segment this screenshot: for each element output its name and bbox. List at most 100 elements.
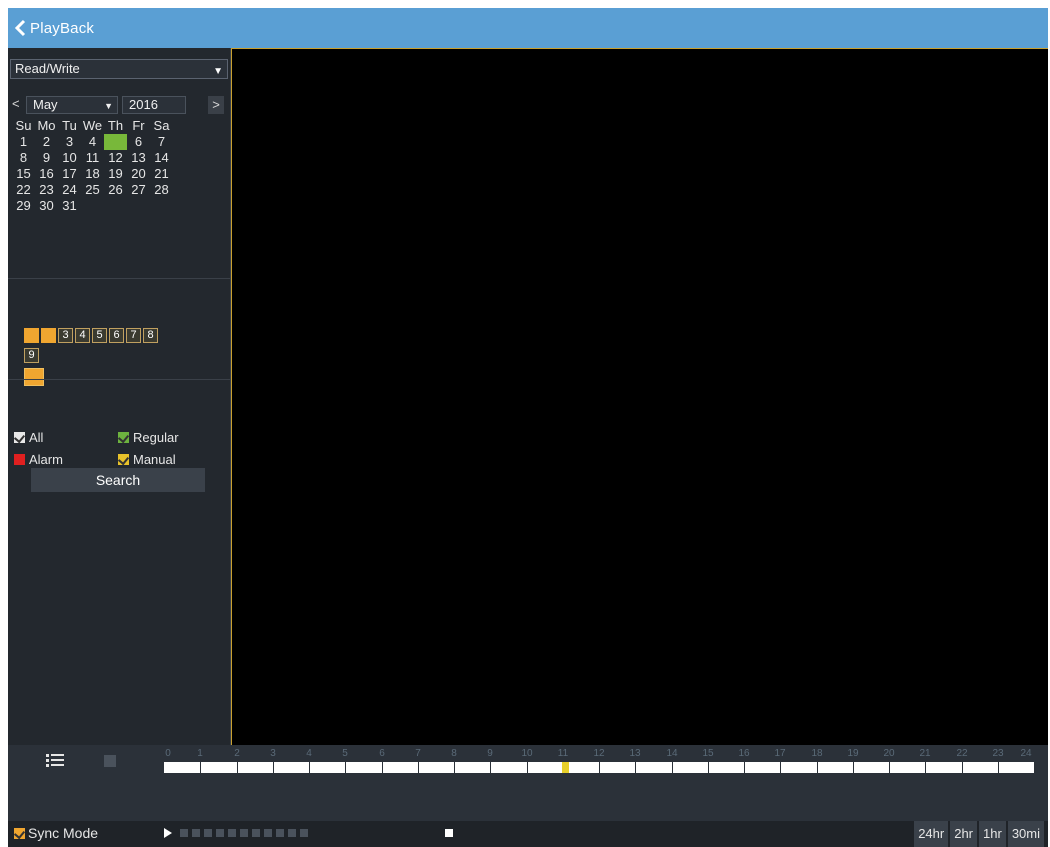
calendar-day[interactable]: 8 bbox=[12, 150, 35, 166]
slow-icon[interactable] bbox=[216, 829, 224, 837]
zoom-1hr-button[interactable]: 1hr bbox=[979, 821, 1006, 847]
timeline-hour-label: 19 bbox=[847, 748, 859, 759]
month-select[interactable]: May ▼ bbox=[26, 96, 118, 114]
list-icon[interactable] bbox=[46, 753, 64, 769]
page-title: PlayBack bbox=[30, 19, 95, 37]
step-back-icon[interactable] bbox=[240, 829, 248, 837]
channel-3-checkbox[interactable]: 3 bbox=[58, 328, 73, 343]
prev-month-button[interactable]: < bbox=[12, 96, 24, 114]
playback-controls: Sync Mode 24hr 2hr 1hr 30mi bbox=[8, 821, 1048, 847]
channel-9-checkbox[interactable]: 9 bbox=[24, 348, 39, 363]
channel-8-checkbox[interactable]: 8 bbox=[143, 328, 158, 343]
mode-select[interactable]: Read/Write ▼ bbox=[10, 59, 228, 79]
calendar-day[interactable]: 27 bbox=[127, 182, 150, 198]
calendar-day[interactable]: 30 bbox=[35, 198, 58, 214]
timeline-hour-divider bbox=[527, 762, 528, 773]
timeline-hour-label: 1 bbox=[197, 748, 203, 759]
calendar-day-selected[interactable]: 5 bbox=[104, 134, 127, 150]
calendar-day[interactable]: 23 bbox=[35, 182, 58, 198]
stop-square-icon[interactable] bbox=[445, 829, 453, 837]
mute-icon[interactable] bbox=[288, 829, 296, 837]
weekday-label: Th bbox=[107, 118, 124, 133]
year-field[interactable]: 2016 bbox=[122, 96, 186, 114]
previous-file-icon[interactable] bbox=[264, 829, 272, 837]
calendar-day[interactable]: 3 bbox=[58, 134, 81, 150]
back-chevron-icon[interactable] bbox=[10, 13, 30, 43]
timeline-bar[interactable] bbox=[164, 762, 1034, 773]
play-icon[interactable] bbox=[164, 828, 172, 838]
calendar-day[interactable]: 18 bbox=[81, 166, 104, 182]
zoom-30min-button[interactable]: 30mi bbox=[1007, 821, 1044, 847]
timeline-hour-divider bbox=[962, 762, 963, 773]
timeline-hour-divider bbox=[200, 762, 201, 773]
calendar-day[interactable]: 19 bbox=[104, 166, 127, 182]
channel-4-checkbox[interactable]: 4 bbox=[75, 328, 90, 343]
channel-6-checkbox[interactable]: 6 bbox=[109, 328, 124, 343]
channel-row: 1 2 3 4 5 6 7 8 bbox=[24, 328, 214, 344]
timeline-hour-divider bbox=[345, 762, 346, 773]
zoom-24hr-button[interactable]: 24hr bbox=[914, 821, 949, 847]
video-display-area[interactable] bbox=[231, 48, 1048, 745]
calendar-day[interactable]: 16 bbox=[35, 166, 58, 182]
channel-all-checkbox[interactable]: All bbox=[24, 368, 44, 386]
step-forward-icon[interactable] bbox=[252, 829, 260, 837]
channel-5-checkbox[interactable]: 5 bbox=[92, 328, 107, 343]
title-bar: PlayBack bbox=[8, 8, 1048, 48]
mode-select-value: Read/Write bbox=[15, 61, 80, 76]
filter-alarm[interactable]: Alarm bbox=[14, 451, 63, 467]
calendar-day[interactable]: 28 bbox=[150, 182, 173, 198]
calendar-day[interactable]: 1 bbox=[12, 134, 35, 150]
calendar-day[interactable]: 14 bbox=[150, 150, 173, 166]
timeline-hour-divider bbox=[237, 762, 238, 773]
calendar-day[interactable]: 25 bbox=[81, 182, 104, 198]
calendar-day[interactable]: 26 bbox=[104, 182, 127, 198]
grid-icon[interactable] bbox=[104, 755, 116, 767]
checkbox-checked-icon bbox=[14, 431, 25, 443]
sync-mode-checkbox[interactable]: Sync Mode bbox=[14, 825, 98, 841]
timeline-hour-divider bbox=[309, 762, 310, 773]
next-file-icon[interactable] bbox=[276, 829, 284, 837]
weekday-label: Mo bbox=[37, 118, 56, 133]
filter-manual[interactable]: Manual bbox=[118, 451, 176, 467]
calendar-day[interactable]: 13 bbox=[127, 150, 150, 166]
pause-icon[interactable] bbox=[180, 829, 188, 837]
timeline-hour-label: 16 bbox=[738, 748, 750, 759]
calendar-day[interactable]: 31 bbox=[58, 198, 81, 214]
calendar-day[interactable]: 21 bbox=[150, 166, 173, 182]
calendar-day[interactable]: 15 bbox=[12, 166, 35, 182]
reverse-play-icon[interactable] bbox=[204, 829, 212, 837]
calendar-week-row: 1 2 3 4 5 6 7 bbox=[12, 134, 212, 150]
calendar-day[interactable]: 7 bbox=[150, 134, 173, 150]
calendar-day[interactable]: 17 bbox=[58, 166, 81, 182]
search-button[interactable]: Search bbox=[31, 468, 205, 492]
filter-regular[interactable]: Regular bbox=[118, 429, 179, 445]
calendar-day[interactable]: 24 bbox=[58, 182, 81, 198]
calendar-day[interactable]: 6 bbox=[127, 134, 150, 150]
stop-icon[interactable] bbox=[192, 829, 200, 837]
snapshot-icon[interactable] bbox=[300, 829, 308, 837]
calendar-week-row: 29 30 31 bbox=[12, 198, 212, 214]
chevron-down-icon: ▼ bbox=[213, 66, 223, 77]
calendar-day[interactable]: 20 bbox=[127, 166, 150, 182]
timeline-hour-labels: 0 1 2 3 4 5 6 7 8 9 10 11 12 13 14 15 16 17 18 19 20 21 22 23 24 bbox=[164, 748, 1034, 760]
fast-forward-icon[interactable] bbox=[228, 829, 236, 837]
chevron-down-icon: ▼ bbox=[104, 101, 113, 111]
calendar-day[interactable]: 11 bbox=[81, 150, 104, 166]
next-month-button[interactable]: > bbox=[208, 96, 224, 114]
calendar-day[interactable]: 2 bbox=[35, 134, 58, 150]
filter-all[interactable]: All bbox=[14, 429, 43, 445]
calendar-day[interactable]: 10 bbox=[58, 150, 81, 166]
calendar-day[interactable]: 12 bbox=[104, 150, 127, 166]
zoom-2hr-button[interactable]: 2hr bbox=[950, 821, 978, 847]
calendar-day[interactable]: 29 bbox=[12, 198, 35, 214]
calendar-day[interactable]: 22 bbox=[12, 182, 35, 198]
channel-row: All bbox=[24, 368, 214, 386]
calendar-day[interactable]: 9 bbox=[35, 150, 58, 166]
timeline-hour-label: 11 bbox=[557, 748, 569, 759]
channel-2-checkbox[interactable]: 2 bbox=[41, 328, 56, 343]
calendar-nav: < May ▼ 2016 > bbox=[10, 96, 228, 114]
timeline-hour-divider bbox=[273, 762, 274, 773]
channel-1-checkbox[interactable]: 1 bbox=[24, 328, 39, 343]
calendar-day[interactable]: 4 bbox=[81, 134, 104, 150]
channel-7-checkbox[interactable]: 7 bbox=[126, 328, 141, 343]
